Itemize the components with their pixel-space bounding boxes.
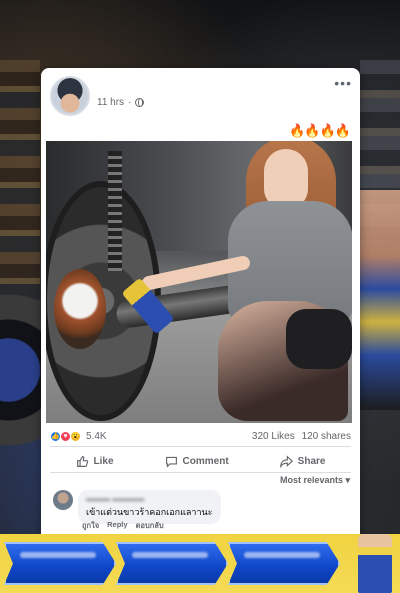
photo-woman-skirt: [286, 309, 352, 369]
background-motorbike: [0, 250, 42, 450]
share-arrow-icon: [279, 454, 293, 468]
reaction-count: 5.4K: [86, 430, 107, 442]
comment-label: Comment: [182, 455, 229, 467]
comment-reply-link[interactable]: Reply: [107, 520, 127, 532]
post-meta: 11 hrs ·: [97, 97, 145, 108]
love-reaction-icon: ♥: [60, 430, 71, 442]
comment-reply-thai-link[interactable]: ตอบกลับ: [136, 520, 164, 532]
post-photo[interactable]: [46, 141, 352, 423]
share-label: Share: [297, 455, 326, 467]
commenter-avatar[interactable]: [53, 490, 73, 510]
comment-actions: ถูกใจ Reply ตอบกลับ: [82, 520, 164, 532]
promo-arrow-button[interactable]: [4, 542, 116, 585]
wow-reaction-icon: 😮: [70, 430, 81, 442]
comment-sort-dropdown[interactable]: Most relevants ▾: [280, 475, 350, 486]
fire-emoji-stickers: 🔥🔥🔥🔥: [289, 123, 351, 138]
promo-strip: [0, 534, 400, 593]
shares-count[interactable]: 120 shares: [302, 431, 351, 442]
background-hand-with-can: [360, 190, 400, 410]
commenter-name-blurred: ▬▬▬ ▬▬▬▬: [86, 494, 145, 503]
action-bar: Like Comment Share: [50, 451, 351, 471]
comment-text: เข้าแต่วนขาวร้าคอกเอกแลาานะ: [86, 507, 213, 517]
photo-woman-face: [264, 149, 308, 209]
post-header: 11 hrs · ••• 🔥🔥🔥🔥: [41, 68, 360, 140]
author-avatar[interactable]: [50, 76, 90, 116]
comment-bubble: ▬▬▬ ▬▬▬▬ เข้าแต่วนขาวร้าคอกเอกแลาานะ: [78, 490, 221, 524]
share-button[interactable]: Share: [279, 454, 326, 468]
comment-item: ▬▬▬ ▬▬▬▬ เข้าแต่วนขาวร้าคอกเอกแลาานะ: [53, 490, 221, 524]
likes-count[interactable]: 320 Likes: [252, 431, 295, 442]
comment-icon: [165, 456, 177, 468]
promo-arrow-button[interactable]: [228, 542, 340, 585]
reaction-stats: 👍 ♥ 😮 5.4K 320 Likes 120 shares: [50, 429, 351, 443]
photo-shock-absorber: [108, 151, 122, 271]
divider: [50, 472, 351, 473]
like-label: Like: [93, 455, 114, 467]
comment-like-link[interactable]: ถูกใจ: [82, 520, 99, 532]
globe-icon: [135, 98, 145, 107]
more-options-button[interactable]: •••: [334, 76, 352, 90]
thumbs-up-icon: [76, 455, 88, 467]
promo-arrow-button[interactable]: [116, 542, 228, 585]
photo-foam-spray: [54, 269, 106, 349]
post-card: 11 hrs · ••• 🔥🔥🔥🔥 👍 ♥ 😮 5.4K 320 Likes 1…: [41, 68, 360, 588]
reaction-summary[interactable]: 👍 ♥ 😮 5.4K: [50, 430, 107, 442]
post-time[interactable]: 11 hrs: [97, 97, 124, 108]
spray-can-product-image: [358, 534, 392, 593]
engagement-counts: 320 Likes 120 shares: [252, 431, 351, 442]
like-button[interactable]: Like: [76, 455, 114, 468]
divider: [50, 446, 351, 447]
like-reaction-icon: 👍: [50, 430, 61, 442]
comment-button[interactable]: Comment: [165, 455, 229, 468]
meta-separator: ·: [128, 97, 132, 108]
